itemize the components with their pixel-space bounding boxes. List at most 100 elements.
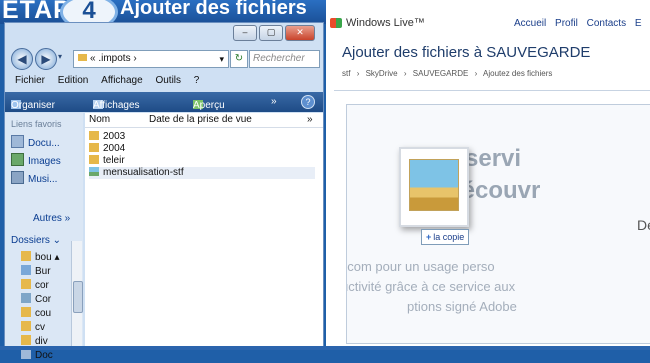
close-button[interactable]: ✕ xyxy=(285,25,315,41)
tree-item[interactable]: Bur xyxy=(21,265,51,279)
breadcrumb-separator: › xyxy=(474,69,478,78)
live-header: Windows Live™ Accueil Profil Contacts E xyxy=(326,14,650,34)
page-title: Ajouter des fichiers à SAUVEGARDE xyxy=(342,44,591,61)
nav-item-documents[interactable]: Docu... xyxy=(11,135,60,149)
documents-icon xyxy=(11,135,24,148)
search-input[interactable]: Rechercher xyxy=(249,50,320,68)
favorites-label: Liens favoris xyxy=(11,119,62,129)
refresh-icon[interactable]: ↻ xyxy=(230,50,248,68)
menu-outils[interactable]: Outils xyxy=(155,75,181,86)
folder-icon xyxy=(21,251,31,261)
nav-item-images[interactable]: Images xyxy=(11,153,61,167)
tree-item-label: cv xyxy=(35,322,45,333)
music-icon xyxy=(11,171,24,184)
scrollbar-thumb[interactable] xyxy=(73,281,83,313)
nav-item-label: Docu... xyxy=(28,138,60,149)
breadcrumb-current: Ajoutez des fichiers xyxy=(483,69,553,78)
toolbar-more[interactable]: » xyxy=(271,96,277,107)
menu-edition[interactable]: Edition xyxy=(58,75,89,86)
folder-icon xyxy=(21,321,31,331)
address-dropdown-icon[interactable]: ▾ xyxy=(219,51,224,67)
menu-bar: Fichier Edition Affichage Outils ? xyxy=(5,75,323,91)
tree-item[interactable]: cor xyxy=(21,279,49,293)
menu-affichage[interactable]: Affichage xyxy=(101,75,143,86)
breadcrumb-separator: › xyxy=(403,69,407,78)
folder-icon xyxy=(89,143,99,152)
folder-icon xyxy=(21,335,31,345)
history-dropdown-icon[interactable]: ▾ xyxy=(58,52,62,61)
folder-icon xyxy=(21,279,31,289)
explorer-window: ‒ ▢ ✕ ◀ ▶ ▾ « .impots › ▾ ↻ Rechercher Fi… xyxy=(4,22,324,361)
images-icon xyxy=(11,153,24,166)
tree-item[interactable]: bou ▴ xyxy=(21,251,59,265)
tree-item-label: Cor xyxy=(35,294,52,305)
forward-arrow-icon[interactable]: ▶ xyxy=(35,48,57,70)
copy-label: la copie xyxy=(433,232,465,242)
link-contacts[interactable]: Contacts xyxy=(587,18,626,29)
link-accueil[interactable]: Accueil xyxy=(514,18,546,29)
step-title: Ajouter des fichiers xyxy=(120,0,307,19)
nav-item-music[interactable]: Musi... xyxy=(11,171,57,185)
help-icon[interactable]: ? xyxy=(301,95,315,109)
image-thumbnail-icon xyxy=(409,159,459,211)
breadcrumb: stf › SkyDrive › SAUVEGARDE › Ajoutez de… xyxy=(342,69,556,78)
contacts-icon xyxy=(21,293,31,303)
maximize-button[interactable]: ▢ xyxy=(259,25,283,41)
address-bar[interactable]: « .impots › ▾ xyxy=(73,50,229,68)
tree-item-label: cou xyxy=(35,308,52,319)
breadcrumb-skydrive[interactable]: SkyDrive xyxy=(366,69,398,78)
minimize-button[interactable]: ‒ xyxy=(233,25,257,41)
folder-icon xyxy=(21,307,31,317)
breadcrumb-sauvegarde[interactable]: SAUVEGARDE xyxy=(413,69,469,78)
file-drop-zone[interactable]: eux servi découvr De ive.com pour un usa… xyxy=(346,104,650,344)
list-item[interactable]: 2003 xyxy=(89,131,125,143)
folder-icon xyxy=(89,155,99,164)
list-item[interactable]: teleir xyxy=(89,155,125,167)
address-path: « .impots › xyxy=(90,53,137,64)
breadcrumb-separator: › xyxy=(356,69,360,78)
column-date[interactable]: Date de la prise de vue xyxy=(149,114,252,125)
image-file-icon xyxy=(89,167,99,176)
list-item[interactable]: 2004 xyxy=(89,143,125,155)
tree-item[interactable]: Cor xyxy=(21,293,51,307)
link-truncated[interactable]: E xyxy=(635,18,642,29)
documents-icon xyxy=(21,349,31,359)
menu-fichier[interactable]: Fichier xyxy=(15,75,45,86)
nav-item-label: Images xyxy=(28,156,61,167)
tree-item[interactable]: cou xyxy=(21,307,51,321)
file-list: Nom Date de la prise de vue » 2003 2004 … xyxy=(85,113,323,349)
background-text: De xyxy=(637,217,650,233)
background-text: ptions signé Adobe xyxy=(407,299,517,314)
header-links: Accueil Profil Contacts E xyxy=(514,18,648,29)
list-item-selected[interactable]: mensualisation-stf xyxy=(89,167,315,179)
nav-scrollbar[interactable] xyxy=(71,241,83,349)
folder-icon xyxy=(89,131,99,140)
back-arrow-icon[interactable]: ◀ xyxy=(11,48,33,70)
windows-flag-icon xyxy=(330,18,342,28)
breadcrumb-stf[interactable]: stf xyxy=(342,69,350,78)
windows-live-page: Windows Live™ Accueil Profil Contacts E … xyxy=(326,0,650,350)
tree-item-label: cor xyxy=(35,280,49,291)
windows-live-logo[interactable]: Windows Live™ xyxy=(330,17,425,29)
background-text: ive.com pour un usage perso xyxy=(346,259,495,274)
dragged-image-thumbnail[interactable] xyxy=(399,147,469,227)
menu-help[interactable]: ? xyxy=(194,75,200,86)
columns-more[interactable]: » xyxy=(307,114,313,125)
link-profil[interactable]: Profil xyxy=(555,18,578,29)
folders-header[interactable]: Dossiers ⌄ xyxy=(11,235,61,246)
tree-item[interactable]: cv xyxy=(21,321,45,335)
window-controls: ‒ ▢ ✕ xyxy=(233,25,315,41)
logo-text: Windows Live™ xyxy=(346,17,425,29)
column-headers: Nom Date de la prise de vue » xyxy=(85,113,323,128)
tree-item[interactable]: Doc xyxy=(21,349,53,363)
tree-item-label: Bur xyxy=(35,266,51,277)
address-row: ◀ ▶ ▾ « .impots › ▾ ↻ Rechercher xyxy=(5,47,323,71)
file-name: mensualisation-stf xyxy=(103,167,184,178)
tree-item-label: bou ▴ xyxy=(35,252,60,263)
more-links[interactable]: Autres » xyxy=(33,213,70,224)
plus-icon: + xyxy=(426,232,432,242)
command-toolbar: Organiser ▾ Affichages ▾ Aperçu ▾ » ? xyxy=(5,92,323,122)
copy-drag-tooltip: + la copie xyxy=(421,229,470,245)
file-name: 2004 xyxy=(103,143,126,154)
column-name[interactable]: Nom xyxy=(89,114,110,125)
